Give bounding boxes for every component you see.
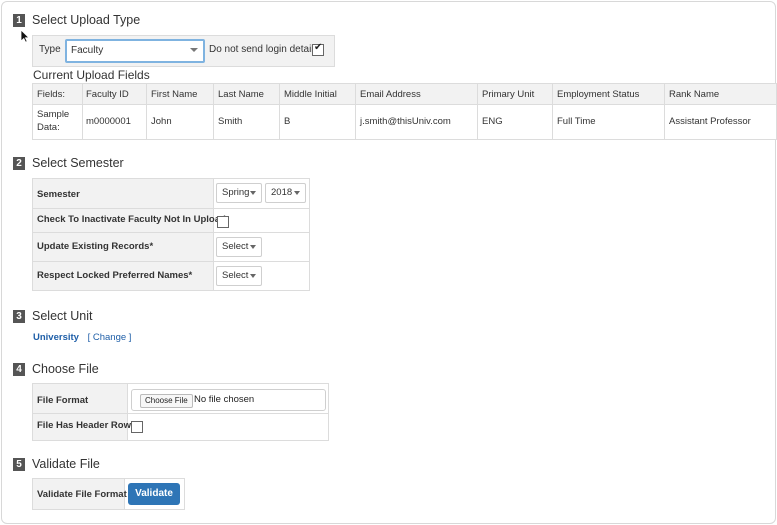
header-row-label: File Has Header Row bbox=[37, 420, 131, 431]
chevron-down-icon bbox=[250, 191, 256, 195]
no-login-label: Do not send login details bbox=[209, 44, 319, 55]
semester-year-value: 2018 bbox=[271, 187, 293, 198]
column-divider bbox=[664, 84, 665, 139]
table-cell: B bbox=[284, 116, 291, 127]
column-divider bbox=[477, 84, 478, 139]
inactivate-checkbox[interactable] bbox=[217, 216, 229, 228]
column-divider bbox=[146, 84, 147, 139]
column-header: Faculty ID bbox=[86, 89, 129, 100]
table-cell: John bbox=[151, 116, 172, 127]
upload-type-value: Faculty bbox=[71, 45, 104, 56]
column-divider bbox=[355, 84, 356, 139]
update-records-value: Select bbox=[222, 241, 249, 252]
upload-type-box: Type Faculty Do not send login details bbox=[32, 35, 335, 67]
step-1-header: 1 Select Upload Type bbox=[13, 13, 140, 27]
upload-fields-table: Fields: Faculty ID First Name Last Name … bbox=[32, 83, 777, 140]
step-number: 5 bbox=[13, 457, 25, 471]
validate-format-label: Validate File Format bbox=[37, 489, 127, 500]
header-row-checkbox[interactable] bbox=[131, 421, 143, 433]
column-header: First Name bbox=[151, 89, 198, 100]
file-input[interactable]: Choose File No file chosen bbox=[131, 389, 326, 411]
current-fields-heading: Current Upload Fields bbox=[33, 68, 150, 82]
column-divider bbox=[82, 84, 83, 139]
type-label: Type bbox=[39, 44, 61, 55]
table-cell: ENG bbox=[482, 116, 503, 127]
step-number: 2 bbox=[13, 156, 25, 170]
step-title: Select Unit bbox=[32, 309, 93, 323]
chevron-down-icon bbox=[294, 191, 300, 195]
update-records-select[interactable]: Select bbox=[216, 237, 262, 257]
column-divider bbox=[213, 84, 214, 139]
chevron-down-icon bbox=[250, 274, 256, 278]
step-2-header: 2 Select Semester bbox=[13, 156, 124, 170]
fields-row-label: Fields: bbox=[37, 89, 65, 100]
upload-type-select[interactable]: Faculty bbox=[65, 39, 205, 63]
step-number: 4 bbox=[13, 362, 25, 376]
column-header: Rank Name bbox=[669, 89, 720, 100]
row-divider bbox=[33, 208, 309, 209]
semester-label: Semester bbox=[37, 189, 80, 200]
validate-box: Validate File Format Validate bbox=[32, 478, 185, 510]
column-divider bbox=[279, 84, 280, 139]
semester-year-select[interactable]: 2018 bbox=[265, 183, 306, 203]
column-header: Primary Unit bbox=[482, 89, 535, 100]
step-number: 3 bbox=[13, 309, 25, 323]
row-divider bbox=[33, 261, 309, 262]
chevron-down-icon bbox=[250, 245, 256, 249]
validate-button[interactable]: Validate bbox=[128, 483, 180, 505]
semester-term-value: Spring bbox=[222, 187, 250, 198]
choose-file-button[interactable]: Choose File bbox=[140, 394, 193, 408]
table-cell: Smith bbox=[218, 116, 243, 127]
step-4-header: 4 Choose File bbox=[13, 362, 99, 376]
file-box: File Format Choose File No file chosen F… bbox=[32, 383, 329, 441]
table-cell: Full Time bbox=[557, 116, 596, 127]
inactivate-label: Check To Inactivate Faculty Not In Uploa… bbox=[37, 214, 226, 225]
step-title: Choose File bbox=[32, 362, 99, 376]
table-cell: Assistant Professor bbox=[669, 116, 751, 127]
column-header: Middle Initial bbox=[284, 89, 337, 100]
chosen-file-text: No file chosen bbox=[194, 394, 255, 405]
mouse-cursor-icon bbox=[20, 29, 30, 43]
change-unit-link[interactable]: [ Change ] bbox=[88, 332, 132, 343]
table-cell: j.smith@thisUniv.com bbox=[360, 116, 451, 127]
sample-label: Sample bbox=[37, 109, 70, 120]
chevron-down-icon bbox=[190, 48, 198, 52]
file-label-column bbox=[33, 384, 128, 440]
row-divider bbox=[33, 232, 309, 233]
respect-names-label: Respect Locked Preferred Names* bbox=[37, 270, 193, 281]
step-title: Select Semester bbox=[32, 156, 124, 170]
table-cell: m0000001 bbox=[86, 116, 131, 127]
step-3-header: 3 Select Unit bbox=[13, 309, 92, 323]
file-format-label: File Format bbox=[37, 395, 89, 406]
respect-names-select[interactable]: Select bbox=[216, 266, 262, 286]
column-divider bbox=[552, 84, 553, 139]
step-title: Select Upload Type bbox=[32, 13, 141, 27]
column-header: Email Address bbox=[360, 89, 421, 100]
semester-box: Semester Spring 2018 Check To Inactivate… bbox=[32, 178, 310, 291]
step-5-header: 5 Validate File bbox=[13, 457, 100, 471]
selected-unit: University [ Change ] bbox=[33, 332, 131, 343]
semester-term-select[interactable]: Spring bbox=[216, 183, 262, 203]
step-number: 1 bbox=[13, 13, 25, 27]
update-records-label: Update Existing Records* bbox=[37, 241, 154, 252]
step-title: Validate File bbox=[32, 457, 100, 471]
respect-names-value: Select bbox=[222, 270, 249, 281]
sample-label: Data: bbox=[37, 122, 60, 133]
column-header: Last Name bbox=[218, 89, 264, 100]
no-login-checkbox[interactable] bbox=[312, 42, 324, 56]
row-divider bbox=[33, 413, 328, 414]
column-header: Employment Status bbox=[557, 89, 640, 100]
unit-name: University bbox=[33, 332, 79, 343]
